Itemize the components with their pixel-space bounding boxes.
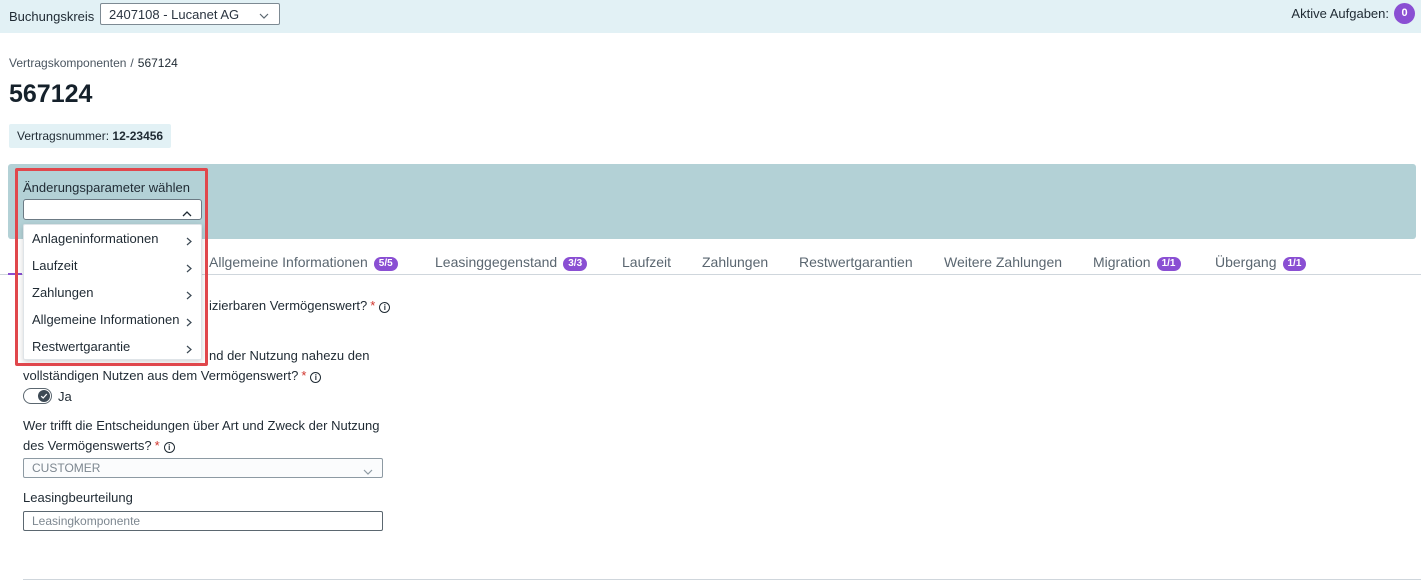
chevron-down-icon	[363, 464, 373, 479]
menu-item-asset-info[interactable]: Anlageninformationen	[24, 225, 203, 252]
benefits-toggle[interactable]	[23, 388, 52, 404]
chevron-right-icon	[186, 315, 192, 330]
menu-item-label: Restwertgarantie	[32, 339, 131, 354]
tab-label: Übergang	[1215, 254, 1277, 270]
contract-number-label: Vertragsnummer:	[17, 129, 110, 143]
change-parameters-panel	[8, 164, 1416, 239]
info-icon[interactable]: i	[379, 302, 391, 313]
question-decisions-line1: Wer trifft die Entscheidungen über Art u…	[23, 416, 380, 436]
benefits-toggle-label: Ja	[58, 389, 72, 404]
company-code-value: 2407108 - Lucanet AG	[109, 7, 240, 22]
tab-label: Laufzeit	[622, 254, 672, 270]
question-identifiable-asset: izierbaren Vermögenswert? * i	[209, 296, 391, 316]
toggle-knob	[38, 390, 50, 402]
tab-label: Weitere Zahlungen	[944, 254, 1063, 270]
decision-maker-select[interactable]: CUSTOMER	[23, 458, 383, 478]
breadcrumb: Vertragskomponenten /567124	[9, 56, 178, 70]
tab-migration[interactable]: Migration 1/1	[1093, 254, 1181, 271]
menu-item-general-info[interactable]: Allgemeine Informationen	[24, 306, 203, 333]
breadcrumb-separator: /	[130, 56, 134, 70]
menu-item-term[interactable]: Laufzeit	[24, 252, 203, 279]
chevron-up-icon	[182, 206, 192, 221]
tab-badge: 1/1	[1282, 257, 1307, 271]
chevron-right-icon	[186, 261, 192, 276]
active-tasks-badge[interactable]: 0	[1394, 3, 1415, 24]
menu-item-label: Zahlungen	[32, 285, 94, 300]
chevron-right-icon	[186, 288, 192, 303]
active-tab-indicator	[8, 273, 22, 275]
question-benefits-line2: vollständigen Nutzen aus dem Vermögenswe…	[23, 366, 322, 386]
change-parameters-select[interactable]	[23, 199, 202, 220]
chevron-right-icon	[186, 234, 192, 249]
required-mark: *	[154, 438, 160, 453]
tab-label: Leasinggegenstand	[435, 254, 558, 270]
divider	[23, 579, 1421, 580]
chevron-right-icon	[186, 342, 192, 357]
question-benefits-line1: nd der Nutzung nahezu den	[209, 346, 369, 366]
tab-badge: 3/3	[563, 257, 588, 271]
question-text: Wer trifft die Entscheidungen über Art u…	[23, 418, 380, 433]
breadcrumb-parent-link[interactable]: Vertragskomponenten	[9, 56, 126, 70]
tab-label: Migration	[1093, 254, 1151, 270]
contract-number-value: 12-23456	[112, 129, 164, 143]
question-decisions-line2: des Vermögenswerts? * i	[23, 436, 175, 456]
page-title: 567124	[9, 80, 93, 108]
company-code-select[interactable]: 2407108 - Lucanet AG	[100, 3, 280, 25]
breadcrumb-current: 567124	[137, 56, 178, 70]
lease-assessment-field[interactable]: Leasingkomponente	[23, 511, 383, 531]
change-parameters-label: Änderungsparameter wählen	[23, 180, 190, 195]
menu-item-payments[interactable]: Zahlungen	[24, 279, 203, 306]
tab-term[interactable]: Laufzeit	[622, 254, 671, 270]
question-text: nd der Nutzung nahezu den	[209, 348, 370, 363]
change-parameters-menu: Anlageninformationen Laufzeit Zahlungen …	[23, 224, 202, 360]
required-mark: *	[301, 368, 307, 383]
tab-residual-guarantees[interactable]: Restwertgarantien	[799, 254, 913, 270]
menu-item-residual-guarantee[interactable]: Restwertgarantie	[24, 333, 203, 360]
tab-further-payments[interactable]: Weitere Zahlungen	[944, 254, 1062, 270]
tab-bar: Allgemeine Informationen 5/5 Leasinggegen…	[0, 250, 1421, 275]
required-mark: *	[370, 298, 376, 313]
info-icon[interactable]: i	[163, 442, 175, 453]
tab-label: Restwertgarantien	[799, 254, 913, 270]
tab-label: Zahlungen	[702, 254, 769, 270]
lease-assessment-value: Leasingkomponente	[32, 514, 141, 528]
chevron-down-icon	[259, 9, 269, 19]
tab-general-info[interactable]: Allgemeine Informationen 5/5	[209, 254, 398, 271]
menu-item-label: Allgemeine Informationen	[32, 312, 180, 327]
tab-payments[interactable]: Zahlungen	[702, 254, 768, 270]
tab-badge: 5/5	[373, 257, 398, 271]
decision-maker-value: CUSTOMER	[32, 461, 101, 475]
field-label: Leasingbeurteilung	[23, 490, 133, 505]
info-icon[interactable]: i	[310, 372, 322, 383]
tab-transition[interactable]: Übergang 1/1	[1215, 254, 1307, 271]
menu-item-label: Anlageninformationen	[32, 231, 159, 246]
question-text: izierbaren Vermögenswert?	[209, 298, 368, 313]
company-code-label: Buchungskreis	[9, 9, 95, 24]
top-bar: Buchungskreis 2407108 - Lucanet AG Aktiv…	[0, 0, 1421, 33]
question-text: vollständigen Nutzen aus dem Vermögenswe…	[23, 368, 299, 383]
menu-item-label: Laufzeit	[32, 258, 78, 273]
tab-label: Allgemeine Informationen	[209, 254, 368, 270]
contract-number-badge: Vertragsnummer: 12-23456	[9, 124, 172, 148]
lease-assessment-label: Leasingbeurteilung	[23, 488, 133, 508]
question-text: des Vermögenswerts?	[23, 438, 152, 453]
tab-badge: 1/1	[1156, 257, 1181, 271]
tab-lease-asset[interactable]: Leasinggegenstand 3/3	[435, 254, 588, 271]
active-tasks-label: Aktive Aufgaben:	[1291, 6, 1389, 21]
